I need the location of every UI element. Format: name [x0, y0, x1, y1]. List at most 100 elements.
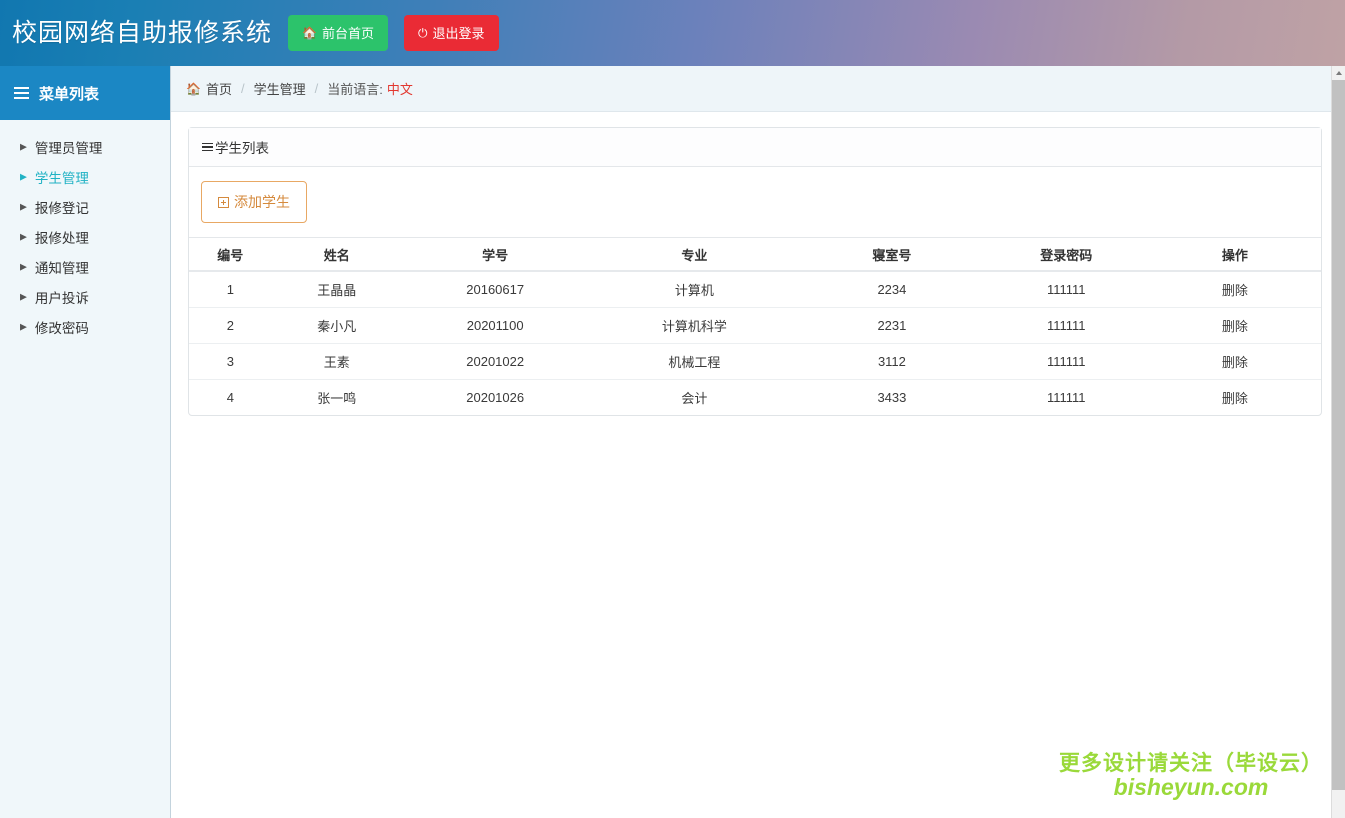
cell-major: 会计 — [681, 390, 708, 406]
breadcrumb: 🏠 首页 / 学生管理 / 当前语言: 中文 — [171, 66, 1345, 112]
cell-action: 删除 — [1148, 343, 1321, 380]
sidebar-item-label: 修改密码 — [34, 321, 89, 336]
cell-dorm: 2234 — [800, 271, 984, 308]
cell-major: 计算机 — [588, 271, 801, 308]
menu-list-icon — [14, 87, 29, 99]
sidebar-item-repair-processing[interactable]: ▶ 报修处理 — [0, 222, 170, 252]
cell-action: 删除 — [1149, 379, 1321, 415]
column-header-id: 编号 — [189, 238, 272, 272]
column-header-major: 专业 — [588, 238, 801, 272]
sidebar-item-admin-management[interactable]: ▶ 管理员管理 — [0, 132, 170, 162]
delete-link[interactable]: 删除 — [1222, 283, 1248, 298]
delete-link[interactable]: 删除 — [1222, 355, 1248, 370]
student-list-panel: 学生列表 添加学生 编号 姓名 学号 专业 寝室号 登录密码 操作 1 王晶晶 … — [188, 127, 1322, 416]
watermark-line-2: bisheyun.com — [1113, 774, 1269, 801]
logout-button[interactable]: ⏻ 退出登录 — [403, 15, 499, 51]
panel-title: 学生列表 — [215, 141, 269, 156]
cell-password: 111111 — [983, 343, 1149, 380]
table-header: 编号 姓名 学号 专业 寝室号 登录密码 操作 — [189, 238, 1321, 272]
chevron-right-icon: ▶ — [20, 201, 27, 211]
cell-id: 3 — [189, 343, 272, 380]
cell-id: 2 — [189, 307, 272, 344]
content-area: 🏠 首页 / 学生管理 / 当前语言: 中文 学生列表 添加学生 编号 姓名 学… — [171, 66, 1345, 818]
current-language-value[interactable]: 中文 — [387, 79, 413, 98]
top-header-bar: 校园网络自助报修系统 🏠 前台首页 ⏻ 退出登录 — [0, 0, 1345, 66]
delete-link[interactable]: 删除 — [1222, 391, 1248, 406]
sidebar-item-label: 报修处理 — [34, 231, 89, 246]
bars-icon — [202, 142, 213, 152]
table-row: 3 王素 20201022 机械工程 3112 111111 删除 — [189, 343, 1321, 380]
logout-button-label: 退出登录 — [432, 25, 485, 41]
cell-action: 删除 — [1148, 307, 1321, 344]
plus-square-icon — [218, 196, 229, 208]
cell-action: 删除 — [1148, 271, 1321, 308]
sidebar-item-student-management[interactable]: ▶ 学生管理 — [0, 162, 170, 192]
add-student-button[interactable]: 添加学生 — [201, 181, 307, 223]
breadcrumb-section-link[interactable]: 学生管理 — [254, 79, 306, 98]
power-icon: ⏻ — [417, 26, 428, 40]
cell-password: 111111 — [1046, 389, 1086, 405]
breadcrumb-separator: / — [314, 81, 319, 96]
student-table: 编号 姓名 学号 专业 寝室号 登录密码 操作 1 王晶晶 20160617 计 — [189, 238, 1321, 415]
front-home-button[interactable]: 🏠 前台首页 — [288, 15, 388, 51]
chevron-right-icon: ▶ — [20, 141, 27, 151]
front-home-button-label: 前台首页 — [321, 25, 374, 41]
scrollbar-thumb[interactable] — [1332, 80, 1345, 790]
table-row: 1 王晶晶 20160617 计算机 2234 111111 删除 — [189, 271, 1321, 308]
breadcrumb-home-link[interactable]: 首页 — [206, 79, 232, 98]
cell-name: 秦小凡 — [271, 307, 402, 344]
cell-student-no: 20201100 — [401, 307, 589, 344]
table-row: 4 张一鸣 20201026 会计 3433 111111 删除 — [189, 379, 1321, 415]
column-header-password: 登录密码 — [983, 238, 1149, 272]
cell-name: 王晶晶 — [271, 271, 402, 308]
sidebar-item-notice-management[interactable]: ▶ 通知管理 — [0, 252, 170, 282]
sidebar-header: 菜单列表 — [0, 66, 170, 120]
chevron-right-icon: ▶ — [20, 291, 27, 301]
app-title: 校园网络自助报修系统 — [12, 18, 273, 47]
cell-student-no: 20160617 — [401, 271, 589, 308]
sidebar-item-label: 学生管理 — [34, 171, 89, 186]
cell-dorm: 2231 — [800, 307, 984, 344]
cell-name: 王素 — [271, 343, 402, 380]
cell-password: 111111 — [983, 307, 1149, 344]
table-header-row: 编号 姓名 学号 专业 寝室号 登录密码 操作 — [189, 238, 1321, 272]
home-icon: 🏠 — [186, 81, 201, 96]
cell-name: 张一鸣 — [317, 390, 357, 406]
chevron-right-icon: ▶ — [20, 261, 27, 271]
home-icon: 🏠 — [302, 26, 317, 40]
table-body: 1 王晶晶 20160617 计算机 2234 111111 删除 2 秦小凡 … — [189, 271, 1321, 415]
watermark: 更多设计请关注（毕设云） bisheyun.com — [1059, 751, 1323, 801]
cell-major: 机械工程 — [588, 343, 801, 380]
sidebar-item-label: 通知管理 — [34, 261, 89, 276]
cell-student-no: 20201026 — [466, 389, 525, 405]
page-scrollbar[interactable] — [1331, 66, 1345, 818]
cell-major: 计算机科学 — [588, 307, 801, 344]
cell-student-no: 20201022 — [401, 343, 589, 380]
column-header-name: 姓名 — [271, 238, 402, 272]
app-window: 校园网络自助报修系统 🏠 前台首页 ⏻ 退出登录 菜单列表 ▶ 管理员管理 ▶ … — [0, 0, 1345, 818]
sidebar-item-change-password[interactable]: ▶ 修改密码 — [0, 312, 170, 342]
breadcrumb-separator: / — [240, 81, 245, 96]
chevron-right-icon: ▶ — [20, 321, 27, 331]
sidebar-nav: ▶ 管理员管理 ▶ 学生管理 ▶ 报修登记 ▶ 报修处理 ▶ 通知管理 ▶ 用户… — [0, 120, 170, 342]
delete-link[interactable]: 删除 — [1222, 319, 1248, 334]
panel-toolbar: 添加学生 — [189, 167, 1321, 238]
cell-id: 1 — [189, 271, 272, 308]
chevron-right-icon: ▶ — [20, 171, 27, 181]
cell-password: 111111 — [983, 271, 1149, 308]
cell-dorm: 3433 — [877, 389, 907, 405]
sidebar-item-repair-registration[interactable]: ▶ 报修登记 — [0, 192, 170, 222]
watermark-line-1: 更多设计请关注（毕设云） — [1059, 751, 1323, 775]
sidebar-title: 菜单列表 — [39, 85, 100, 103]
sidebar-item-label: 用户投诉 — [34, 291, 89, 306]
sidebar-item-label: 报修登记 — [34, 201, 89, 216]
column-header-dorm: 寝室号 — [800, 238, 984, 272]
cell-id: 4 — [226, 389, 234, 405]
chevron-right-icon: ▶ — [20, 231, 27, 241]
sidebar-item-label: 管理员管理 — [34, 141, 103, 156]
table-row: 2 秦小凡 20201100 计算机科学 2231 111111 删除 — [189, 307, 1321, 344]
column-header-action: 操作 — [1148, 238, 1321, 272]
scroll-up-arrow-icon[interactable] — [1332, 66, 1345, 80]
sidebar-item-user-complaints[interactable]: ▶ 用户投诉 — [0, 282, 170, 312]
cell-dorm: 3112 — [800, 343, 984, 380]
